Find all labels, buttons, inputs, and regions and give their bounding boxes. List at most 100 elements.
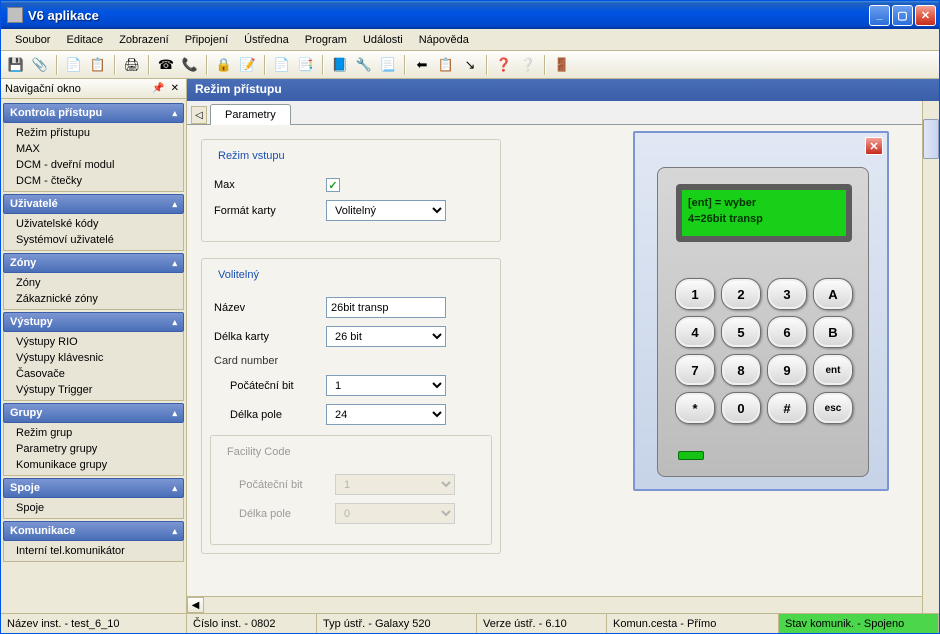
select-delka-karty[interactable]: 26 bit (326, 326, 446, 347)
key-2[interactable]: 2 (721, 278, 761, 310)
keypad-device: [ent] = wyber 4=26bit transp 123A456B789… (657, 167, 869, 477)
save-icon[interactable]: 💾 (5, 54, 27, 76)
fieldset-volitelny: Volitelný Název Délka karty 26 bit Card … (201, 258, 501, 554)
fieldset-rezim-vstupu: Režim vstupu Max ✓ Formát karty Voliteln… (201, 139, 501, 242)
nav-item-4-2[interactable]: Komunikace grupy (4, 457, 183, 473)
minimize-button[interactable]: _ (869, 5, 890, 26)
key-7[interactable]: 7 (675, 354, 715, 386)
nav-item-2-1[interactable]: Zákaznické zóny (4, 291, 183, 307)
nav-group-4[interactable]: Grupy▴ (3, 403, 184, 423)
doc2-icon[interactable]: 📑 (295, 54, 317, 76)
lock-icon[interactable]: 🔒 (213, 54, 235, 76)
select-fac-len: 0 (335, 503, 455, 524)
key-ent[interactable]: ent (813, 354, 853, 386)
doc1-icon[interactable]: 📄 (271, 54, 293, 76)
close-button[interactable]: ✕ (915, 5, 936, 26)
pin-icon[interactable]: 📌 (149, 83, 167, 94)
scrollbar-vertical[interactable] (922, 101, 939, 613)
app-window: V6 aplikace _ ▢ ✕ Soubor Editace Zobraze… (0, 0, 940, 634)
nav-header: Navigační okno 📌 ✕ (1, 79, 186, 99)
nav-group-5[interactable]: Spoje▴ (3, 478, 184, 498)
note-icon[interactable]: 📝 (237, 54, 259, 76)
phone2-icon[interactable]: 📞 (179, 54, 201, 76)
nav-item-3-3[interactable]: Výstupy Trigger (4, 382, 183, 398)
menu-ustredna[interactable]: Ústředna (236, 32, 297, 48)
menu-editace[interactable]: Editace (58, 32, 111, 48)
paste-icon[interactable]: 📋 (87, 54, 109, 76)
keypad-keys: 123A 456B 789ent *0#esc (672, 278, 856, 424)
scrollbar-horizontal[interactable]: ◀ ▶ (187, 596, 939, 613)
export-icon[interactable]: ↘ (459, 54, 481, 76)
list-icon[interactable]: 📋 (435, 54, 457, 76)
input-nazev[interactable] (326, 297, 446, 318)
nav-item-4-1[interactable]: Parametry grupy (4, 441, 183, 457)
key-8[interactable]: 8 (721, 354, 761, 386)
status-cesta: Komun.cesta - Přímo (607, 614, 779, 633)
help-icon[interactable]: ❓ (493, 54, 515, 76)
key-1[interactable]: 1 (675, 278, 715, 310)
nav-item-0-3[interactable]: DCM - čtečky (4, 173, 183, 189)
tool-icon[interactable]: 🔧 (353, 54, 375, 76)
scroll-left-icon[interactable]: ◀ (187, 597, 204, 613)
key-hash[interactable]: # (767, 392, 807, 424)
attach-icon[interactable]: 📎 (29, 54, 51, 76)
titlebar[interactable]: V6 aplikace _ ▢ ✕ (1, 1, 939, 29)
menu-udalosti[interactable]: Události (355, 32, 411, 48)
nav-item-3-2[interactable]: Časovače (4, 366, 183, 382)
nav-item-3-0[interactable]: Výstupy RIO (4, 334, 183, 350)
select-format-karty[interactable]: Volitelný (326, 200, 446, 221)
menu-zobrazeni[interactable]: Zobrazení (111, 32, 177, 48)
nav-item-5-0[interactable]: Spoje (4, 500, 183, 516)
checkbox-max[interactable]: ✓ (326, 178, 340, 192)
menu-pripojeni[interactable]: Připojení (177, 32, 236, 48)
key-6[interactable]: 6 (767, 316, 807, 348)
back-icon[interactable]: ⬅ (411, 54, 433, 76)
nav-item-4-0[interactable]: Režim grup (4, 425, 183, 441)
key-4[interactable]: 4 (675, 316, 715, 348)
menu-program[interactable]: Program (297, 32, 355, 48)
statusbar: Název inst. - test_6_10 Číslo inst. - 08… (1, 613, 939, 633)
key-A[interactable]: A (813, 278, 853, 310)
nav-scroll[interactable]: Kontrola přístupu▴Režim přístupuMAXDCM -… (1, 99, 186, 613)
book-icon[interactable]: 📘 (329, 54, 351, 76)
nav-item-6-0[interactable]: Interní tel.komunikátor (4, 543, 183, 559)
nav-group-6[interactable]: Komunikace▴ (3, 521, 184, 541)
copy-icon[interactable]: 📄 (63, 54, 85, 76)
key-5[interactable]: 5 (721, 316, 761, 348)
key-3[interactable]: 3 (767, 278, 807, 310)
select-delka-pole[interactable]: 24 (326, 404, 446, 425)
key-B[interactable]: B (813, 316, 853, 348)
nav-group-0[interactable]: Kontrola přístupu▴ (3, 103, 184, 123)
exit-icon[interactable]: 🚪 (551, 54, 573, 76)
nav-item-0-1[interactable]: MAX (4, 141, 183, 157)
print-icon[interactable]: 🖨 (121, 54, 143, 76)
phone-icon[interactable]: ☎ (155, 54, 177, 76)
menu-napoveda[interactable]: Nápověda (411, 32, 477, 48)
key-9[interactable]: 9 (767, 354, 807, 386)
nav-item-3-1[interactable]: Výstupy klávesnic (4, 350, 183, 366)
nav-group-1[interactable]: Uživatelé▴ (3, 194, 184, 214)
key-0[interactable]: 0 (721, 392, 761, 424)
menu-soubor[interactable]: Soubor (7, 32, 58, 48)
key-esc[interactable]: esc (813, 392, 853, 424)
main-area: Režim přístupu ◁ Parametry Režim vstupu … (187, 79, 939, 613)
select-pocatecni-bit[interactable]: 1 (326, 375, 446, 396)
whatsthis-icon[interactable]: ❔ (517, 54, 539, 76)
maximize-button[interactable]: ▢ (892, 5, 913, 26)
nav-item-1-0[interactable]: Uživatelské kódy (4, 216, 183, 232)
page-icon[interactable]: 📃 (377, 54, 399, 76)
nav-item-1-1[interactable]: Systémoví uživatelé (4, 232, 183, 248)
key-star[interactable]: * (675, 392, 715, 424)
tab-scroll-left[interactable]: ◁ (191, 106, 207, 124)
nav-group-3[interactable]: Výstupy▴ (3, 312, 184, 332)
nav-item-2-0[interactable]: Zóny (4, 275, 183, 291)
tab-parametry[interactable]: Parametry (210, 104, 291, 125)
nav-item-0-0[interactable]: Režim přístupu (4, 125, 183, 141)
label-delka-pole: Délka pole (214, 409, 326, 421)
keypad-panel: ✕ [ent] = wyber 4=26bit transp 123A456B7… (633, 131, 889, 491)
keypad-close-button[interactable]: ✕ (865, 137, 883, 155)
nav-group-2[interactable]: Zóny▴ (3, 253, 184, 273)
fieldset-facility-code: Facility Code Počáteční bit 1 Délka pole… (210, 435, 492, 545)
nav-item-0-2[interactable]: DCM - dveřní modul (4, 157, 183, 173)
nav-close-icon[interactable]: ✕ (168, 83, 182, 94)
